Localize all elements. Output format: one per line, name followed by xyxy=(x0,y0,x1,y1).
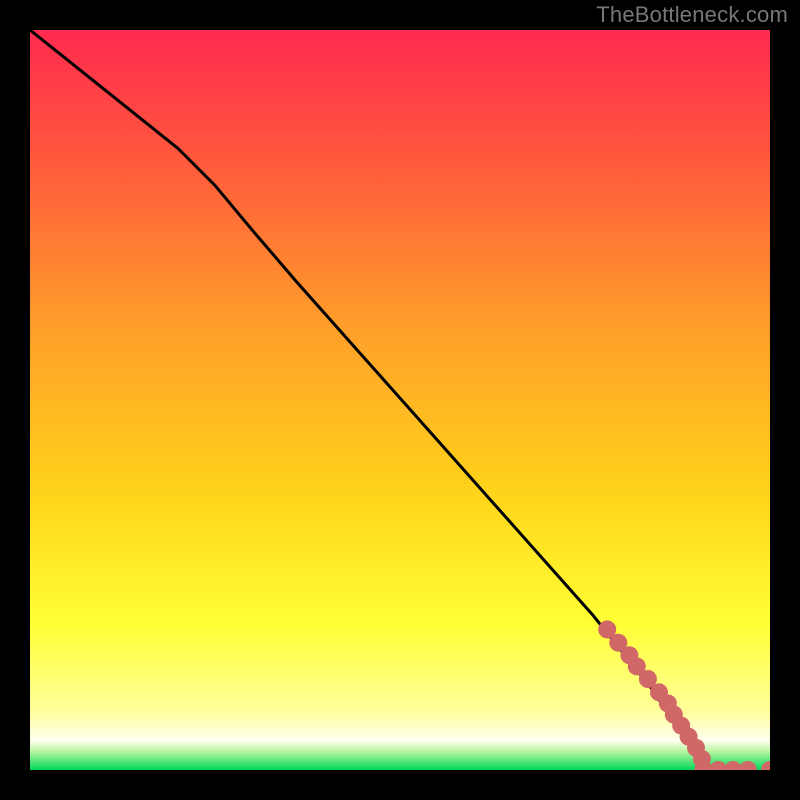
chart-svg xyxy=(30,30,770,770)
chart-container: TheBottleneck.com xyxy=(0,0,800,800)
plot-area xyxy=(30,30,770,770)
watermark-text: TheBottleneck.com xyxy=(596,2,788,28)
